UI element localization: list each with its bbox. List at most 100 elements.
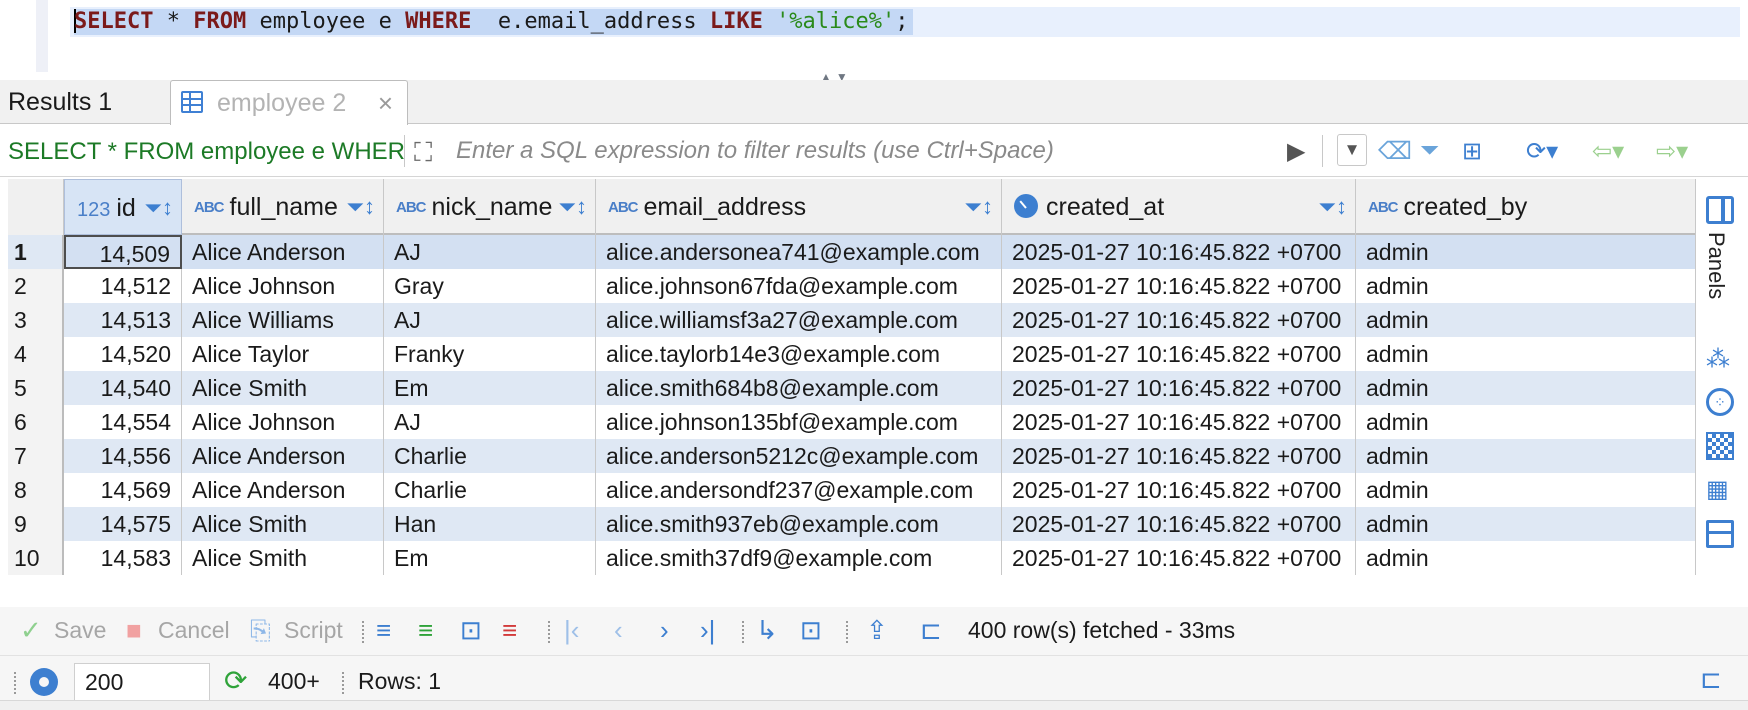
table-cell[interactable]: alice.andersondf237@example.com bbox=[596, 473, 1002, 507]
column-header-email-address[interactable]: ABC email_address ⏷↕ bbox=[596, 179, 1002, 235]
row-number[interactable]: 1 bbox=[8, 235, 64, 269]
table-cell[interactable]: alice.taylorb14e3@example.com bbox=[596, 337, 1002, 371]
panel-toggle-icon[interactable]: ⊏ bbox=[1700, 664, 1722, 694]
filter-expression-input[interactable] bbox=[456, 135, 1276, 167]
table-cell[interactable]: 14,513 bbox=[64, 303, 182, 337]
export-icon[interactable]: ⇪ bbox=[866, 615, 888, 645]
tab-employee-2[interactable]: employee 2 × bbox=[170, 80, 408, 125]
table-cell[interactable]: 14,556 bbox=[64, 439, 182, 473]
sort-filter-icon[interactable]: ⏷↕ bbox=[1318, 179, 1347, 235]
table-cell[interactable]: Alice Johnson bbox=[182, 269, 384, 303]
apply-filter-icon[interactable]: ▶ bbox=[1287, 137, 1305, 166]
table-row[interactable]: 3 14,513 Alice Williams AJ alice.williamsf3a… bbox=[8, 303, 1696, 337]
row-number[interactable]: 4 bbox=[8, 337, 64, 371]
table-cell[interactable]: admin bbox=[1356, 269, 1696, 303]
row-number[interactable]: 7 bbox=[8, 439, 64, 473]
fetch-size-input[interactable] bbox=[74, 663, 210, 701]
sort-filter-icon[interactable]: ⏷↕ bbox=[346, 179, 375, 235]
table-row[interactable]: 2 14,512 Alice Johnson Gray alice.johnson67f… bbox=[8, 269, 1696, 303]
column-header-id[interactable]: 123 id ⏷↕ bbox=[64, 179, 182, 235]
row-number[interactable]: 10 bbox=[8, 541, 64, 575]
column-header-nick-name[interactable]: ABC nick_name ⏷↕ bbox=[384, 179, 596, 235]
table-cell[interactable]: 2025-01-27 10:16:45.822 +0700 bbox=[1002, 473, 1356, 507]
row-number-header[interactable] bbox=[8, 179, 64, 235]
table-cell[interactable]: Han bbox=[384, 507, 596, 541]
sort-filter-icon[interactable]: ⏷↕ bbox=[964, 179, 993, 235]
panels-label[interactable]: Panels bbox=[1703, 232, 1729, 299]
row-number[interactable]: 5 bbox=[8, 371, 64, 405]
table-cell[interactable]: 2025-01-27 10:16:45.822 +0700 bbox=[1002, 303, 1356, 337]
active-query-label[interactable]: SELECT * FROM employee e WHERE e.email_a… bbox=[8, 138, 404, 168]
table-cell[interactable]: AJ bbox=[384, 303, 596, 337]
table-cell[interactable]: Alice Anderson bbox=[182, 439, 384, 473]
table-cell[interactable]: alice.smith937eb@example.com bbox=[596, 507, 1002, 541]
table-cell[interactable]: admin bbox=[1356, 303, 1696, 337]
panel-layout-icon[interactable]: ⊏ bbox=[920, 615, 942, 645]
metadata-icon[interactable] bbox=[1706, 432, 1734, 460]
table-cell[interactable]: admin bbox=[1356, 235, 1696, 269]
sql-query-text[interactable]: SELECT * FROM employee e WHERE e.email_a… bbox=[74, 9, 913, 35]
table-cell[interactable]: alice.andersonea741@example.com bbox=[596, 235, 1002, 269]
table-cell[interactable]: Alice Taylor bbox=[182, 337, 384, 371]
table-cell[interactable]: admin bbox=[1356, 541, 1696, 575]
table-cell[interactable]: alice.johnson67fda@example.com bbox=[596, 269, 1002, 303]
table-cell[interactable]: admin bbox=[1356, 405, 1696, 439]
table-row[interactable]: 7 14,556 Alice Anderson Charlie alice.anders… bbox=[8, 439, 1696, 473]
grouping-icon[interactable]: ⁂ bbox=[1706, 346, 1734, 374]
panels-toggle-icon[interactable] bbox=[1706, 196, 1734, 224]
table-cell[interactable]: Alice Williams bbox=[182, 303, 384, 337]
table-cell[interactable]: Em bbox=[384, 371, 596, 405]
column-header-created-at[interactable]: created_at ⏷↕ bbox=[1002, 179, 1356, 235]
expand-filter-icon[interactable]: ⛶ bbox=[414, 137, 432, 169]
table-cell[interactable]: Alice Smith bbox=[182, 507, 384, 541]
forward-arrow-icon[interactable]: ⇨▾ bbox=[1656, 137, 1688, 166]
table-cell[interactable]: 2025-01-27 10:16:45.822 +0700 bbox=[1002, 541, 1356, 575]
table-cell[interactable]: 2025-01-27 10:16:45.822 +0700 bbox=[1002, 439, 1356, 473]
table-cell[interactable]: admin bbox=[1356, 371, 1696, 405]
add-row-icon[interactable]: ≡ bbox=[418, 615, 433, 645]
row-number[interactable]: 2 bbox=[8, 269, 64, 303]
value-viewer-icon[interactable] bbox=[1706, 520, 1734, 548]
row-number[interactable]: 9 bbox=[8, 507, 64, 541]
table-row[interactable]: 8 14,569 Alice Anderson Charlie alice.anders… bbox=[8, 473, 1696, 507]
table-cell[interactable]: admin bbox=[1356, 439, 1696, 473]
cancel-button[interactable]: Cancel bbox=[158, 615, 230, 645]
table-cell[interactable]: 2025-01-27 10:16:45.822 +0700 bbox=[1002, 507, 1356, 541]
table-row[interactable]: 9 14,575 Alice Smith Han alice.smith937eb@ex… bbox=[8, 507, 1696, 541]
close-tab-icon[interactable]: × bbox=[378, 81, 393, 125]
back-arrow-icon[interactable]: ⇦▾ bbox=[1592, 137, 1624, 166]
table-cell[interactable]: admin bbox=[1356, 473, 1696, 507]
delete-row-icon[interactable]: ≡ bbox=[502, 615, 517, 645]
table-cell[interactable]: 2025-01-27 10:16:45.822 +0700 bbox=[1002, 235, 1356, 269]
previous-page-icon[interactable]: ‹ bbox=[614, 615, 623, 645]
filter-funnel-icon[interactable]: ⏷ bbox=[1420, 137, 1439, 165]
clear-filter-icon[interactable]: ⌫ bbox=[1378, 137, 1412, 166]
table-row[interactable]: 10 14,583 Alice Smith Em alice.smith37df9@ex… bbox=[8, 541, 1696, 575]
table-row[interactable]: 6 14,554 Alice Johnson AJ alice.johnson135bf… bbox=[8, 405, 1696, 439]
last-page-icon[interactable]: ›| bbox=[700, 615, 715, 645]
table-cell[interactable]: 14,583 bbox=[64, 541, 182, 575]
row-number[interactable]: 6 bbox=[8, 405, 64, 439]
table-cell[interactable]: Alice Smith bbox=[182, 371, 384, 405]
results-grid[interactable]: 123 id ⏷↕ ABC full_name ⏷↕ ABC nick_name ⏷↕ ABC em… bbox=[8, 179, 1696, 607]
table-cell[interactable]: 14,512 bbox=[64, 269, 182, 303]
script-button[interactable]: Script bbox=[284, 615, 343, 645]
table-cell[interactable]: 14,569 bbox=[64, 473, 182, 507]
fetch-all-icon[interactable]: ⊡ bbox=[800, 615, 822, 645]
row-number[interactable]: 8 bbox=[8, 473, 64, 507]
table-cell[interactable]: Alice Johnson bbox=[182, 405, 384, 439]
table-cell[interactable]: Charlie bbox=[384, 473, 596, 507]
table-cell[interactable]: Franky bbox=[384, 337, 596, 371]
table-cell[interactable]: 2025-01-27 10:16:45.822 +0700 bbox=[1002, 337, 1356, 371]
table-cell[interactable]: 14,554 bbox=[64, 405, 182, 439]
table-cell[interactable]: Alice Anderson bbox=[182, 235, 384, 269]
table-cell[interactable]: 2025-01-27 10:16:45.822 +0700 bbox=[1002, 405, 1356, 439]
table-cell[interactable]: AJ bbox=[384, 235, 596, 269]
table-row[interactable]: 5 14,540 Alice Smith Em alice.smith684b8@exa… bbox=[8, 371, 1696, 405]
table-cell[interactable]: alice.smith684b8@example.com bbox=[596, 371, 1002, 405]
gear-icon[interactable] bbox=[30, 668, 58, 696]
row-number[interactable]: 3 bbox=[8, 303, 64, 337]
sort-filter-icon[interactable]: ⏷↕ bbox=[144, 180, 173, 234]
table-cell[interactable]: admin bbox=[1356, 337, 1696, 371]
sort-filter-icon[interactable]: ⏷↕ bbox=[558, 179, 587, 235]
